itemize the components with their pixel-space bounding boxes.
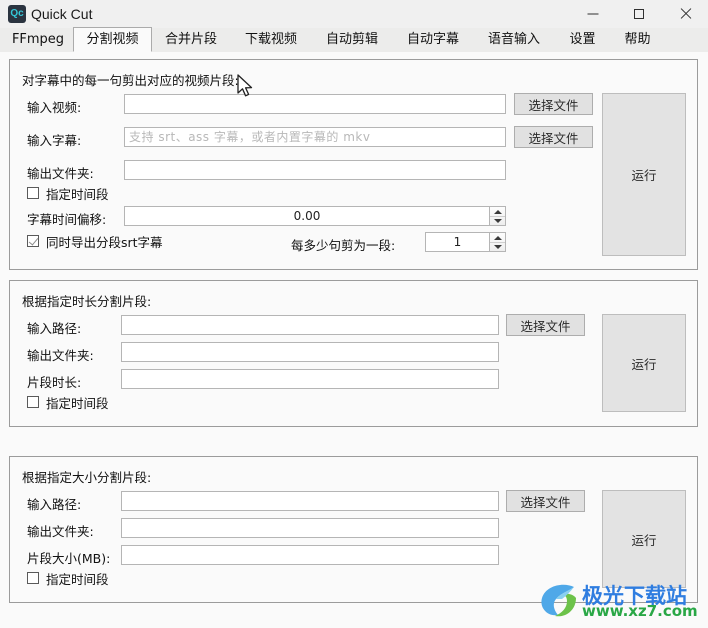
tab-split-video[interactable]: 分割视频 bbox=[73, 27, 152, 52]
chevron-up-icon bbox=[493, 209, 502, 214]
input-path-field-2[interactable] bbox=[121, 315, 499, 335]
clip-duration-field[interactable] bbox=[121, 369, 499, 389]
app-icon: Qc bbox=[8, 5, 26, 23]
subtitle-offset-value[interactable]: 0.00 bbox=[124, 206, 489, 226]
panel-size-split-title: 根据指定大小分割片段: bbox=[22, 470, 152, 485]
checkbox-export-srt[interactable]: 同时导出分段srt字幕 bbox=[27, 233, 163, 250]
panel-subtitle-split-title: 对字幕中的每一句剪出对应的视频片段: bbox=[22, 73, 239, 88]
tab-voice-input[interactable]: 语音输入 bbox=[476, 28, 552, 52]
choose-file-button-size[interactable]: 选择文件 bbox=[506, 490, 585, 512]
label-input-subtitle: 输入字幕: bbox=[27, 133, 82, 148]
tab-auto-edit[interactable]: 自动剪辑 bbox=[314, 28, 390, 52]
tab-download-video[interactable]: 下载视频 bbox=[233, 28, 309, 52]
label-subtitle-offset: 字幕时间偏移: bbox=[27, 212, 107, 227]
spin-down-button-offset[interactable] bbox=[490, 216, 505, 225]
checkbox-label-export-srt: 同时导出分段srt字幕 bbox=[46, 234, 163, 250]
choose-file-button-video[interactable]: 选择文件 bbox=[514, 93, 593, 115]
label-output-folder-3: 输出文件夹: bbox=[27, 524, 94, 539]
subtitle-offset-spin-buttons[interactable] bbox=[489, 206, 506, 226]
checkbox-box-time-range-1 bbox=[27, 187, 39, 199]
checkbox-label-time-range-3: 指定时间段 bbox=[46, 571, 109, 587]
sentences-per-clip-spin-buttons[interactable] bbox=[489, 232, 506, 252]
panel-duration-split-title: 根据指定时长分割片段: bbox=[22, 294, 152, 309]
checkbox-box-export-srt bbox=[27, 235, 39, 247]
spin-down-button-sentences[interactable] bbox=[490, 242, 505, 251]
title-bar: Qc Quick Cut bbox=[0, 0, 708, 28]
tab-help[interactable]: 帮助 bbox=[612, 28, 663, 52]
label-input-path-2: 输入路径: bbox=[27, 321, 82, 336]
choose-file-button-duration[interactable]: 选择文件 bbox=[506, 314, 585, 336]
panel-duration-split: 根据指定时长分割片段: 输入路径: 选择文件 输出文件夹: 片段时长: 指定时间… bbox=[9, 280, 698, 427]
checkbox-time-range-2[interactable]: 指定时间段 bbox=[27, 394, 109, 411]
tab-ffmpeg[interactable]: FFmpeg bbox=[4, 28, 72, 52]
close-button[interactable] bbox=[662, 0, 708, 28]
quick-cut-window: Qc Quick Cut FFmpeg 分割视频 合并片段 下载视频 自动剪辑 … bbox=[0, 0, 708, 628]
checkbox-box-time-range-2 bbox=[27, 396, 39, 408]
choose-file-button-subtitle[interactable]: 选择文件 bbox=[514, 126, 593, 148]
maximize-icon bbox=[634, 9, 644, 19]
label-output-folder-2: 输出文件夹: bbox=[27, 348, 94, 363]
chevron-down-icon bbox=[493, 218, 502, 223]
run-button-size-split[interactable]: 运行 bbox=[602, 490, 686, 588]
tab-settings[interactable]: 设置 bbox=[557, 28, 608, 52]
input-subtitle-field[interactable] bbox=[124, 127, 506, 147]
run-button-duration-split[interactable]: 运行 bbox=[602, 314, 686, 412]
maximize-button[interactable] bbox=[616, 0, 662, 28]
tab-merge-clips[interactable]: 合并片段 bbox=[153, 28, 229, 52]
label-sentences-per-clip: 每多少句剪为一段: bbox=[291, 238, 396, 253]
tab-bar: FFmpeg 分割视频 合并片段 下载视频 自动剪辑 自动字幕 语音输入 设置 … bbox=[0, 27, 708, 53]
checkbox-box-time-range-3 bbox=[27, 572, 39, 584]
minimize-button[interactable] bbox=[570, 0, 616, 28]
window-title: Quick Cut bbox=[31, 6, 93, 22]
label-output-folder-1: 输出文件夹: bbox=[27, 166, 94, 181]
output-folder-field-1[interactable] bbox=[124, 160, 506, 180]
checkbox-label-time-range-1: 指定时间段 bbox=[46, 186, 109, 202]
panel-subtitle-split: 对字幕中的每一句剪出对应的视频片段: 输入视频: 选择文件 输入字幕: 选择文件… bbox=[9, 59, 698, 270]
label-clip-size: 片段大小(MB): bbox=[27, 551, 111, 566]
label-clip-duration: 片段时长: bbox=[27, 375, 82, 390]
tab-auto-subtitle[interactable]: 自动字幕 bbox=[395, 28, 471, 52]
chevron-down-icon bbox=[493, 244, 502, 249]
checkbox-label-time-range-2: 指定时间段 bbox=[46, 395, 109, 411]
sentences-per-clip-spinner[interactable]: 1 bbox=[425, 232, 506, 252]
output-folder-field-3[interactable] bbox=[121, 518, 499, 538]
input-video-field[interactable] bbox=[124, 94, 506, 114]
clip-size-field[interactable] bbox=[121, 545, 499, 565]
sentences-per-clip-value[interactable]: 1 bbox=[425, 232, 489, 252]
chevron-up-icon bbox=[493, 235, 502, 240]
panel-size-split: 根据指定大小分割片段: 输入路径: 选择文件 输出文件夹: 片段大小(MB): … bbox=[9, 456, 698, 603]
tab-content-split-video: 对字幕中的每一句剪出对应的视频片段: 输入视频: 选择文件 输入字幕: 选择文件… bbox=[0, 52, 708, 628]
close-icon bbox=[679, 8, 691, 20]
run-button-subtitle-split[interactable]: 运行 bbox=[602, 93, 686, 256]
checkbox-time-range-1[interactable]: 指定时间段 bbox=[27, 185, 109, 202]
minimize-icon bbox=[587, 13, 599, 15]
subtitle-offset-spinner[interactable]: 0.00 bbox=[124, 206, 506, 226]
watermark-url: www.xz7.com bbox=[582, 602, 698, 620]
label-input-video: 输入视频: bbox=[27, 100, 82, 115]
checkbox-time-range-3[interactable]: 指定时间段 bbox=[27, 570, 109, 587]
output-folder-field-2[interactable] bbox=[121, 342, 499, 362]
input-path-field-3[interactable] bbox=[121, 491, 499, 511]
label-input-path-3: 输入路径: bbox=[27, 497, 82, 512]
